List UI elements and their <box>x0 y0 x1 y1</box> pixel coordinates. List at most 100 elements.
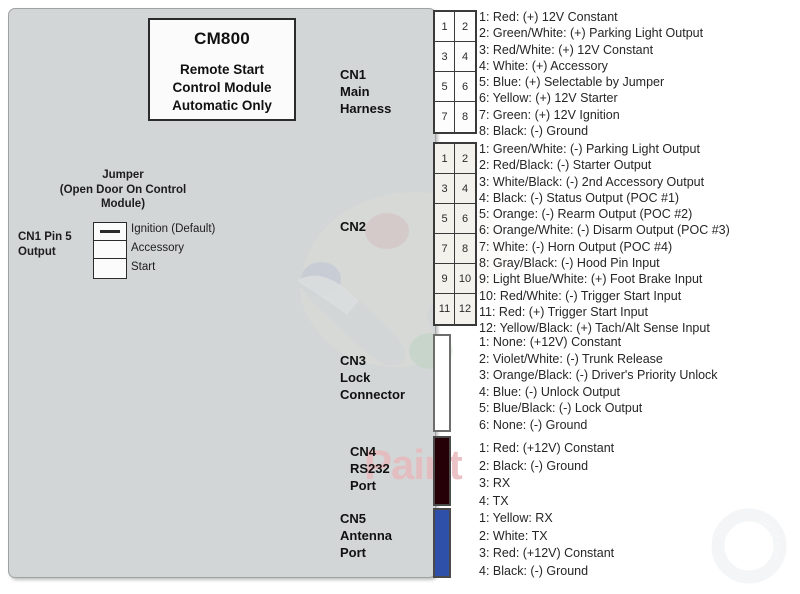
module-description-line-2: Control Module <box>172 80 272 95</box>
wire-item: 4: Black: (-) Status Output (POC #1) <box>479 190 680 205</box>
cn1-label-line-3: Harness <box>340 101 392 116</box>
jumper-output-label: CN1 Pin 5 Output <box>18 230 92 260</box>
jumper-selector-grid[interactable] <box>93 222 127 279</box>
pin-cell: 7 <box>435 234 456 264</box>
jumper-cell-start[interactable] <box>94 259 126 276</box>
pin-cell: 10 <box>455 264 475 294</box>
wire-item: 1: None: (+12V) Constant <box>479 335 622 349</box>
ring-text: 12volt.com <box>758 515 783 563</box>
pin-row: 78 <box>435 234 475 264</box>
cn3-label-line-3: Connector <box>340 387 405 402</box>
jumper-cell-accessory[interactable] <box>94 241 126 259</box>
wire-item: 6: Orange/White: (-) Disarm Output (POC … <box>479 223 730 238</box>
jumper-output-label-line-2: Output <box>18 246 56 258</box>
cn2-wire-list: 1: Green/White: (-) Parking Light Output… <box>479 141 730 337</box>
wire-item: 2: White: TX <box>479 528 548 543</box>
pin-cell: 5 <box>435 204 456 234</box>
cn5-label-line-1: CN5 <box>340 511 367 526</box>
pin-row: 34 <box>435 42 475 72</box>
pin-row: 56 <box>435 204 475 234</box>
pin-cell: 11 <box>435 294 456 324</box>
wire-item: 8: Black: (-) Ground <box>479 124 589 139</box>
diagram-canvas: Paint 12volt.com CM800 Remote Start Cont… <box>0 0 800 594</box>
cn2-label-line-1: CN2 <box>340 219 367 234</box>
cn1-label-line-1: CN1 <box>340 67 367 82</box>
pin-cell: 7 <box>435 102 456 132</box>
cn4-wire-list: 1: Red: (+12V) Constant 2: Black: (-) Gr… <box>479 440 614 510</box>
jumper-option-accessory: Accessory <box>131 242 185 254</box>
wire-item: 6: Yellow: (+) 12V Starter <box>479 91 618 106</box>
pin-cell: 5 <box>435 72 456 102</box>
wire-item: 3: RX <box>479 476 511 490</box>
wire-item: 4: TX <box>479 493 509 508</box>
wire-item: 5: Blue: (+) Selectable by Jumper <box>479 75 665 90</box>
cn1-label: CN1 Main Harness <box>340 66 391 117</box>
pin-cell: 2 <box>455 144 475 174</box>
wire-item: 3: Red/White: (+) 12V Constant <box>479 42 654 57</box>
pin-cell: 2 <box>455 12 475 42</box>
jumper-heading-line-3: Module) <box>100 198 146 210</box>
cn3-label-line-1: CN3 <box>340 353 367 368</box>
wire-item: 2: Black: (-) Ground <box>479 458 589 473</box>
cn4-label-line-1: CN4 <box>350 444 377 459</box>
pin-cell: 3 <box>435 174 456 204</box>
wire-item: 5: Orange: (-) Rearm Output (POC #2) <box>479 207 693 222</box>
pin-cell: 4 <box>455 174 475 204</box>
jumper-option-ignition: Ignition (Default) <box>131 223 216 235</box>
wire-item: 3: Orange/Black: (-) Driver's Priority U… <box>479 368 718 382</box>
pin-row: 34 <box>435 174 475 204</box>
cn5-label-line-2: Antenna <box>340 528 392 543</box>
cn5-connector-block <box>433 508 451 578</box>
jumper-option-start: Start <box>131 261 156 273</box>
wire-item: 3: White/Black: (-) 2nd Accessory Output <box>479 174 705 189</box>
pin-row: 78 <box>435 102 475 132</box>
module-description: Remote Start Control Module Automatic On… <box>150 61 294 115</box>
jumper-heading-line-1: Jumper <box>102 169 144 181</box>
jumper-cell-ignition[interactable] <box>94 223 126 241</box>
wire-item: 11: Red: (+) Trigger Start Input <box>479 304 648 319</box>
module-title-box: CM800 Remote Start Control Module Automa… <box>148 18 296 121</box>
jumper-output-label-line-1: CN1 Pin 5 <box>18 231 72 243</box>
wire-item: 4: White: (+) Accessory <box>479 58 608 73</box>
module-description-line-1: Remote Start <box>179 62 265 77</box>
pin-cell: 8 <box>461 111 469 123</box>
pin-cell: 4 <box>455 42 475 72</box>
pin-cell: 12 <box>458 303 472 315</box>
jumper-shunt-bar <box>100 230 120 233</box>
cn1-pin-grid: 12 34 56 78 <box>433 10 477 134</box>
cn5-wire-list: 1: Yellow: RX 2: White: TX 3: Red: (+12V… <box>479 510 614 580</box>
pin-row: 11 12 <box>435 294 475 324</box>
jumper-heading-line-2: (Open Door On Control <box>59 183 187 196</box>
cn4-connector-block <box>433 436 451 506</box>
cn1-label-line-2: Main <box>340 84 370 99</box>
wire-item: 2: Violet/White: (-) Trunk Release <box>479 351 663 366</box>
cn5-label: CN5 Antenna Port <box>340 510 392 561</box>
cn4-label-line-3: Port <box>350 478 376 493</box>
wire-item: 4: Black: (-) Ground <box>479 563 589 578</box>
wire-item: 2: Green/White: (+) Parking Light Output <box>479 26 704 41</box>
pin-row: 9 10 <box>435 264 475 294</box>
cn3-wire-list: 1: None: (+12V) Constant 2: Violet/White… <box>479 334 718 433</box>
cn4-label: CN4 RS232 Port <box>350 443 390 494</box>
cn4-label-line-2: RS232 <box>350 461 390 476</box>
wire-item: 1: Red: (+12V) Constant <box>479 441 615 455</box>
wire-item: 1: Yellow: RX <box>479 511 553 525</box>
pin-cell: 1 <box>435 12 456 42</box>
wire-item: 10: Red/White: (-) Trigger Start Input <box>479 288 682 303</box>
jumper-options: Ignition (Default) Accessory Start <box>131 220 215 277</box>
cn3-label-line-2: Lock <box>340 370 371 385</box>
12volt-ring-watermark: 12volt.com <box>710 507 788 585</box>
module-description-line-3: Automatic Only <box>172 98 272 113</box>
cn2-pin-grid: 12 34 56 78 9 10 11 12 <box>433 142 477 326</box>
wire-item: 2: Red/Black: (-) Starter Output <box>479 158 652 173</box>
wire-item: 1: Green/White: (-) Parking Light Output <box>479 142 700 156</box>
cn1-wire-list: 1: Red: (+) 12V Constant 2: Green/White:… <box>479 9 703 139</box>
pin-cell: 3 <box>435 42 456 72</box>
pin-cell: 9 <box>435 264 456 294</box>
wire-item: 6: None: (-) Ground <box>479 417 588 432</box>
pin-cell: 1 <box>435 144 456 174</box>
wire-item: 8: Gray/Black: (-) Hood Pin Input <box>479 256 660 271</box>
cn5-label-line-3: Port <box>340 545 366 560</box>
pin-cell: 6 <box>455 204 475 234</box>
wire-item: 1: Red: (+) 12V Constant <box>479 10 618 24</box>
